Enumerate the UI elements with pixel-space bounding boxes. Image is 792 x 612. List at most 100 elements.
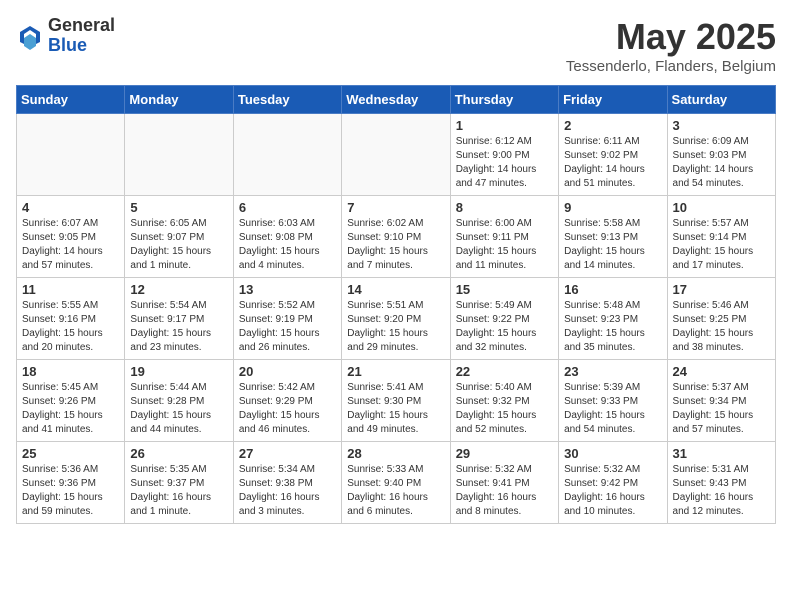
day-info: Sunrise: 5:36 AM Sunset: 9:36 PM Dayligh… <box>22 463 119 519</box>
day-info: Sunrise: 6:03 AM Sunset: 9:08 PM Dayligh… <box>239 217 336 273</box>
col-saturday: Saturday <box>667 86 775 114</box>
day-info: Sunrise: 6:09 AM Sunset: 9:03 PM Dayligh… <box>673 135 770 191</box>
day-info: Sunrise: 6:02 AM Sunset: 9:10 PM Dayligh… <box>347 217 444 273</box>
table-row: 10 Sunrise: 5:57 AM Sunset: 9:14 PM Dayli… <box>667 196 775 278</box>
table-row <box>342 114 450 196</box>
col-sunday: Sunday <box>17 86 125 114</box>
day-number: 2 <box>564 118 661 133</box>
logo: General Blue <box>16 16 115 56</box>
day-number: 18 <box>22 364 119 379</box>
day-number: 31 <box>673 446 770 461</box>
table-row: 1Sunrise: 6:12 AM Sunset: 9:00 PM Daylig… <box>450 114 558 196</box>
table-row: 8 Sunrise: 6:00 AM Sunset: 9:11 PM Daylig… <box>450 196 558 278</box>
table-row: 25 Sunrise: 5:36 AM Sunset: 9:36 PM Dayli… <box>17 442 125 524</box>
day-info: Sunrise: 5:31 AM Sunset: 9:43 PM Dayligh… <box>673 463 770 519</box>
day-info: Sunrise: 5:46 AM Sunset: 9:25 PM Dayligh… <box>673 299 770 355</box>
logo-text: General Blue <box>48 16 115 56</box>
day-number: 6 <box>239 200 336 215</box>
day-number: 23 <box>564 364 661 379</box>
day-number: 12 <box>130 282 227 297</box>
day-number: 26 <box>130 446 227 461</box>
table-row: 26 Sunrise: 5:35 AM Sunset: 9:37 PM Dayli… <box>125 442 233 524</box>
day-number: 13 <box>239 282 336 297</box>
day-info: Sunrise: 6:11 AM Sunset: 9:02 PM Dayligh… <box>564 135 661 191</box>
table-row: 20Sunrise: 5:42 AM Sunset: 9:29 PM Dayli… <box>233 360 341 442</box>
day-info: Sunrise: 5:40 AM Sunset: 9:32 PM Dayligh… <box>456 381 553 437</box>
day-number: 14 <box>347 282 444 297</box>
day-info: Sunrise: 6:07 AM Sunset: 9:05 PM Dayligh… <box>22 217 119 273</box>
day-info: Sunrise: 5:54 AM Sunset: 9:17 PM Dayligh… <box>130 299 227 355</box>
day-info: Sunrise: 5:32 AM Sunset: 9:41 PM Dayligh… <box>456 463 553 519</box>
day-number: 24 <box>673 364 770 379</box>
day-number: 16 <box>564 282 661 297</box>
table-row: 9 Sunrise: 5:58 AM Sunset: 9:13 PM Daylig… <box>559 196 667 278</box>
table-row: 17 Sunrise: 5:46 AM Sunset: 9:25 PM Dayli… <box>667 278 775 360</box>
table-row: 22 Sunrise: 5:40 AM Sunset: 9:32 PM Dayli… <box>450 360 558 442</box>
table-row <box>125 114 233 196</box>
table-row: 5Sunrise: 6:05 AM Sunset: 9:07 PM Daylig… <box>125 196 233 278</box>
table-row: 16Sunrise: 5:48 AM Sunset: 9:23 PM Dayli… <box>559 278 667 360</box>
col-friday: Friday <box>559 86 667 114</box>
table-row: 28 Sunrise: 5:33 AM Sunset: 9:40 PM Dayli… <box>342 442 450 524</box>
day-number: 11 <box>22 282 119 297</box>
calendar-week-3: 11Sunrise: 5:55 AM Sunset: 9:16 PM Dayli… <box>17 278 776 360</box>
location-subtitle: Tessenderlo, Flanders, Belgium <box>566 58 776 75</box>
day-number: 5 <box>130 200 227 215</box>
day-number: 8 <box>456 200 553 215</box>
day-number: 7 <box>347 200 444 215</box>
day-number: 1 <box>456 118 553 133</box>
day-number: 20 <box>239 364 336 379</box>
table-row <box>233 114 341 196</box>
day-info: Sunrise: 6:00 AM Sunset: 9:11 PM Dayligh… <box>456 217 553 273</box>
day-number: 30 <box>564 446 661 461</box>
day-number: 15 <box>456 282 553 297</box>
day-info: Sunrise: 5:57 AM Sunset: 9:14 PM Dayligh… <box>673 217 770 273</box>
table-row: 18 Sunrise: 5:45 AM Sunset: 9:26 PM Dayli… <box>17 360 125 442</box>
page-header: General Blue May 2025 Tessenderlo, Fland… <box>16 16 776 75</box>
col-tuesday: Tuesday <box>233 86 341 114</box>
day-info: Sunrise: 5:39 AM Sunset: 9:33 PM Dayligh… <box>564 381 661 437</box>
logo-icon <box>16 22 44 50</box>
day-info: Sunrise: 5:52 AM Sunset: 9:19 PM Dayligh… <box>239 299 336 355</box>
day-info: Sunrise: 5:35 AM Sunset: 9:37 PM Dayligh… <box>130 463 227 519</box>
table-row: 4 Sunrise: 6:07 AM Sunset: 9:05 PM Daylig… <box>17 196 125 278</box>
col-monday: Monday <box>125 86 233 114</box>
day-info: Sunrise: 5:32 AM Sunset: 9:42 PM Dayligh… <box>564 463 661 519</box>
day-info: Sunrise: 5:45 AM Sunset: 9:26 PM Dayligh… <box>22 381 119 437</box>
table-row: 11Sunrise: 5:55 AM Sunset: 9:16 PM Dayli… <box>17 278 125 360</box>
day-number: 10 <box>673 200 770 215</box>
calendar-header-row: Sunday Monday Tuesday Wednesday Thursday… <box>17 86 776 114</box>
day-number: 28 <box>347 446 444 461</box>
day-number: 22 <box>456 364 553 379</box>
table-row: 29Sunrise: 5:32 AM Sunset: 9:41 PM Dayli… <box>450 442 558 524</box>
table-row: 2 Sunrise: 6:11 AM Sunset: 9:02 PM Daylig… <box>559 114 667 196</box>
day-number: 17 <box>673 282 770 297</box>
table-row: 7 Sunrise: 6:02 AM Sunset: 9:10 PM Daylig… <box>342 196 450 278</box>
calendar-week-5: 25 Sunrise: 5:36 AM Sunset: 9:36 PM Dayli… <box>17 442 776 524</box>
day-info: Sunrise: 5:44 AM Sunset: 9:28 PM Dayligh… <box>130 381 227 437</box>
day-number: 4 <box>22 200 119 215</box>
day-number: 9 <box>564 200 661 215</box>
logo-blue-text: Blue <box>48 36 115 56</box>
table-row: 6 Sunrise: 6:03 AM Sunset: 9:08 PM Daylig… <box>233 196 341 278</box>
calendar-week-2: 4 Sunrise: 6:07 AM Sunset: 9:05 PM Daylig… <box>17 196 776 278</box>
day-info: Sunrise: 5:37 AM Sunset: 9:34 PM Dayligh… <box>673 381 770 437</box>
table-row: 23 Sunrise: 5:39 AM Sunset: 9:33 PM Dayli… <box>559 360 667 442</box>
calendar-week-4: 18 Sunrise: 5:45 AM Sunset: 9:26 PM Dayli… <box>17 360 776 442</box>
day-info: Sunrise: 5:58 AM Sunset: 9:13 PM Dayligh… <box>564 217 661 273</box>
month-year-title: May 2025 <box>566 16 776 58</box>
logo-general-text: General <box>48 16 115 36</box>
day-number: 21 <box>347 364 444 379</box>
table-row: 27Sunrise: 5:34 AM Sunset: 9:38 PM Dayli… <box>233 442 341 524</box>
page-container: General Blue May 2025 Tessenderlo, Fland… <box>16 16 776 524</box>
day-info: Sunrise: 5:33 AM Sunset: 9:40 PM Dayligh… <box>347 463 444 519</box>
calendar-week-1: 1Sunrise: 6:12 AM Sunset: 9:00 PM Daylig… <box>17 114 776 196</box>
col-thursday: Thursday <box>450 86 558 114</box>
table-row: 31 Sunrise: 5:31 AM Sunset: 9:43 PM Dayli… <box>667 442 775 524</box>
day-number: 25 <box>22 446 119 461</box>
table-row: 13 Sunrise: 5:52 AM Sunset: 9:19 PM Dayli… <box>233 278 341 360</box>
day-number: 19 <box>130 364 227 379</box>
table-row: 21Sunrise: 5:41 AM Sunset: 9:30 PM Dayli… <box>342 360 450 442</box>
table-row: 14Sunrise: 5:51 AM Sunset: 9:20 PM Dayli… <box>342 278 450 360</box>
day-number: 3 <box>673 118 770 133</box>
